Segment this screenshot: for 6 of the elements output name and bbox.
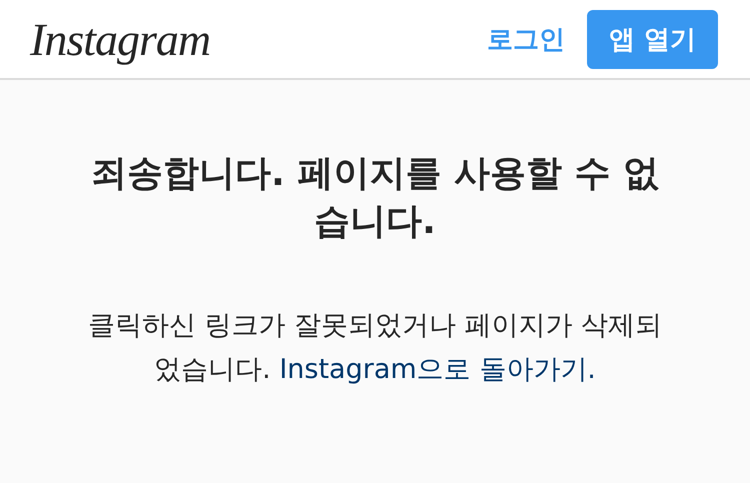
error-message: 클릭하신 링크가 잘못되었거나 페이지가 삭제되었습니다. Instagram으로 돌아가기. [86,309,664,387]
page-heading: 죄송합니다. 페이지를 사용할 수 없습니다. [90,152,660,244]
logo: Instagram [30,12,212,66]
login-link[interactable]: 로그인 [486,22,565,56]
back-link[interactable]: Instagram으로 돌아가기. [279,354,596,385]
open-app-button[interactable]: 앱 열기 [586,10,718,68]
